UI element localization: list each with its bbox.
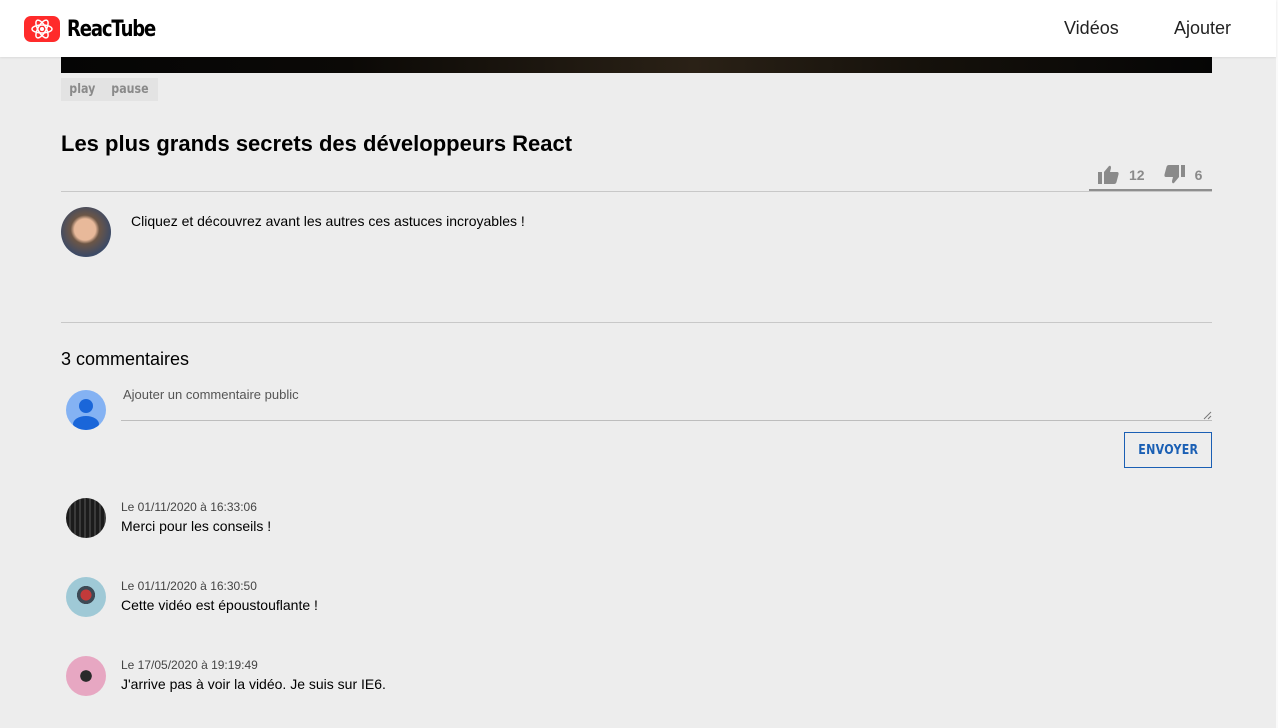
send-button-label: ENVOYER	[1137, 442, 1199, 458]
comment-date: Le 17/05/2020 à 19:19:49	[121, 658, 258, 672]
divider	[61, 191, 1212, 192]
comment-text: J'arrive pas à voir la vidéo. Je suis su…	[121, 676, 386, 692]
comment-item: Le 17/05/2020 à 19:19:49 J'arrive pas à …	[66, 656, 1212, 700]
like-button[interactable]: 12	[1098, 165, 1145, 184]
top-header: ReacTube Vidéos Ajouter	[0, 0, 1276, 57]
thumbs-down-icon	[1163, 165, 1185, 184]
comment-item: Le 01/11/2020 à 16:33:06 Merci pour les …	[66, 498, 1212, 542]
video-player[interactable]	[61, 57, 1212, 73]
app-name: ReacTube	[67, 16, 156, 42]
send-comment-button[interactable]: ENVOYER	[1124, 432, 1212, 468]
author-avatar[interactable]	[61, 207, 111, 257]
divider	[61, 322, 1212, 323]
commenter-avatar[interactable]	[66, 498, 106, 538]
app-logo[interactable]: ReacTube	[24, 16, 174, 42]
video-title: Les plus grands secrets des développeurs…	[61, 131, 573, 156]
video-description: Cliquez et découvrez avant les autres ce…	[131, 213, 525, 229]
like-count: 12	[1129, 166, 1145, 183]
comment-text: Merci pour les conseils !	[121, 518, 272, 534]
resize-handle-icon[interactable]	[1203, 411, 1212, 420]
player-controls: play pause	[61, 78, 158, 101]
nav-add-link[interactable]: Ajouter	[1174, 18, 1231, 39]
commenter-avatar[interactable]	[66, 577, 106, 617]
pause-button[interactable]: pause	[111, 82, 148, 97]
comment-count: 3 commentaires	[61, 349, 190, 369]
user-icon	[73, 399, 99, 430]
comment-item: Le 01/11/2020 à 16:30:50 Cette vidéo est…	[66, 577, 1212, 621]
play-button[interactable]: play	[69, 82, 95, 97]
comment-date: Le 01/11/2020 à 16:33:06	[121, 500, 257, 514]
thumbs-up-icon	[1098, 165, 1119, 184]
dislike-button[interactable]: 6	[1163, 165, 1203, 184]
nav-videos-link[interactable]: Vidéos	[1064, 18, 1119, 39]
react-atom-icon	[24, 16, 60, 42]
comment-input[interactable]	[121, 385, 1212, 421]
dislike-count: 6	[1194, 166, 1203, 183]
comment-date: Le 01/11/2020 à 16:30:50	[121, 579, 257, 593]
vote-bar: 12 6	[1089, 160, 1212, 192]
comment-text: Cette vidéo est époustouflante !	[121, 597, 318, 613]
current-user-avatar	[66, 390, 106, 430]
commenter-avatar[interactable]	[66, 656, 106, 696]
